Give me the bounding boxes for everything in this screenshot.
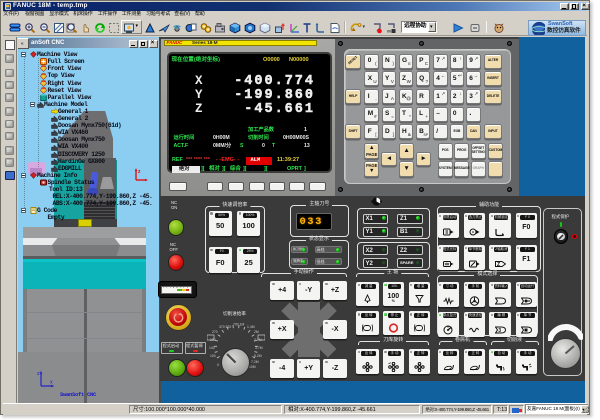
svg-text:0: 0 [217,363,219,367]
svg-text:1.4M: 1.4M [247,325,255,329]
svg-text:2M: 2M [254,330,259,334]
svg-text:z: z [138,169,141,175]
svg-text:5.2M: 5.2M [254,354,262,358]
svg-text:200: 200 [210,338,216,342]
svg-text:z: z [37,371,40,377]
svg-text:10M: 10M [249,365,256,369]
svg-text:Z: Z [497,262,500,268]
svg-text:100: 100 [210,354,216,358]
svg-text:370 520: 370 520 [219,325,231,329]
svg-text:270: 270 [212,330,218,334]
svg-text:140: 140 [209,346,215,350]
svg-text:3.7M: 3.7M [255,346,263,350]
svg-text:700 1M: 700 1M [233,323,244,327]
svg-text:3: 3 [498,328,501,334]
svg-text:x: x [50,380,53,386]
svg-text:2.7M: 2.7M [254,338,262,342]
svg-text:7.2M: 7.2M [251,360,259,364]
